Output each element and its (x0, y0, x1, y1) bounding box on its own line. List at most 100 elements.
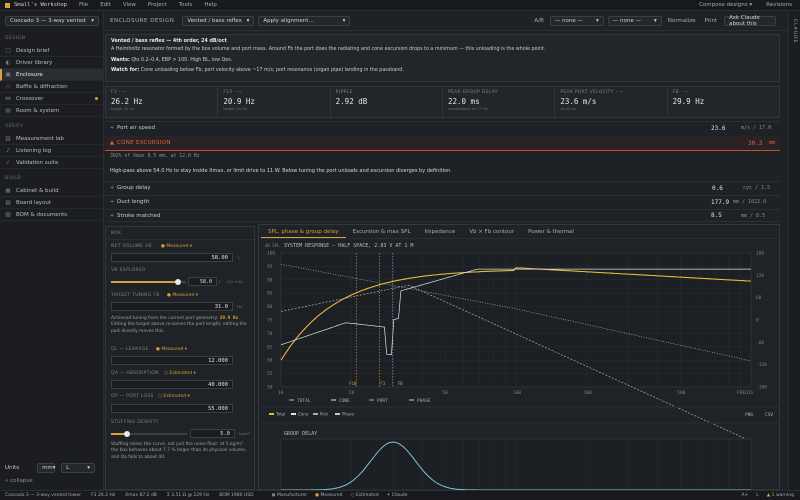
check-duct-length[interactable]: + Duct length 177.9 mm / 1022.0 (105, 195, 780, 208)
sidebar-item-design-brief[interactable]: □ Design brief (0, 45, 104, 57)
check-cone-excursion[interactable]: ▲ CONE EXCURSION 30.3 mm (105, 136, 780, 151)
stuffing-input[interactable]: 5.0 (190, 429, 235, 438)
revisions-button[interactable]: Revisions (766, 2, 792, 8)
metric-2[interactable]: RIPPLE 2.92 dB (331, 87, 443, 117)
toggle-swatch[interactable] (291, 413, 296, 415)
qp-input[interactable]: 55.000 (111, 404, 233, 413)
highpass-advice: High-pass above 54.0 Hz to stay inside X… (110, 168, 452, 174)
sidebar-item-crossover[interactable]: ⋈ Crossover (0, 93, 104, 105)
menu-file[interactable]: File (79, 2, 88, 8)
check-group-delay[interactable]: + Group delay 0.6 cyc / 1.5 (105, 181, 780, 194)
metric-sub: at 42 Hz (560, 106, 577, 111)
tab-1[interactable]: Excursion & max SPL (346, 226, 418, 238)
status-bar: Coocado 3 — 3-way vented tower F3 26.2 H… (0, 490, 800, 500)
claude-rail-label[interactable]: CLAUDE (792, 19, 797, 43)
unit-volume-select[interactable]: L ▾ (61, 463, 96, 473)
stuffing-slider-handle[interactable] (124, 431, 130, 437)
tab-3[interactable]: Vb × Fb contour (462, 226, 521, 238)
target-tuning-input[interactable]: 31.0 (111, 302, 233, 311)
tab-0[interactable]: SPL, phase & group delay (261, 226, 346, 238)
legend-measured: ● Measured (315, 493, 343, 498)
enclosure-type-select[interactable]: Vented / bass reflex ▾ (182, 15, 255, 26)
sidebar-item-driver-library[interactable]: ◐ Driver library (0, 57, 104, 69)
metric-5[interactable]: FB · — 29.9 Hz (668, 87, 779, 117)
nav-label: Board layout (16, 199, 52, 206)
sidebar-item-enclosure[interactable]: ▣ Enclosure (0, 69, 104, 81)
normalize-button[interactable]: Normalize (668, 18, 696, 24)
menu-view[interactable]: View (123, 2, 136, 8)
metric-1[interactable]: F10 · — 20.9 Hz target 24 Hz (218, 87, 331, 117)
tab-4[interactable]: Power & thermal (521, 226, 581, 238)
chart-title: SYSTEM RESPONSE — HALF SPACE, 2.83 V AT … (284, 243, 413, 249)
alignment-select[interactable]: Apply alignment... ▾ (258, 15, 351, 26)
check-stroke[interactable]: + Stroke matched 8.5 mm / 8.5 (105, 209, 780, 222)
plus-icon: + (109, 125, 115, 131)
sidebar-item-bom-documents[interactable]: ▨ BOM & documents (0, 209, 104, 221)
plus-icon: + (109, 212, 115, 219)
menu-edit[interactable]: Edit (100, 2, 111, 8)
project-select[interactable]: Coocado 3 — 3-way vented ▾ (5, 16, 99, 26)
fb-marker: FB (398, 381, 403, 386)
toggle-swatch[interactable] (269, 413, 274, 415)
sidebar-item-cabinet-build[interactable]: ▦ Cabinet & build (0, 185, 104, 197)
target-tuning-badge[interactable]: ● Measured ▾ (167, 293, 198, 298)
tab-2[interactable]: Impedance (418, 226, 463, 238)
ask-claude-button[interactable]: Ask Claude about this (724, 15, 777, 27)
ql-badge[interactable]: ● Measured ▾ (156, 347, 187, 352)
nav-label: Cabinet & build (16, 187, 59, 194)
nav-icon: ▦ (5, 187, 11, 194)
menu-project[interactable]: Project (148, 2, 167, 8)
vb-slider-handle[interactable] (175, 279, 181, 285)
status-zoom[interactable]: A+ (741, 493, 748, 498)
status-layout[interactable]: L (756, 493, 759, 498)
nav-section-verify: VERIFY (5, 124, 24, 129)
y-tick-left: 80 (267, 304, 273, 310)
sidebar-item-board-layout[interactable]: ▧ Board layout (0, 197, 104, 209)
vb-explorer-input[interactable]: 58.0 (188, 277, 217, 286)
ql-input[interactable]: 12.000 (111, 356, 233, 365)
net-volume-badge[interactable]: ● Measured ▾ (161, 244, 192, 249)
unit-length-select[interactable]: mm ▾ (37, 463, 56, 473)
cone-detail: 302% of Xmax 8.5 mm, at 12.0 Hz (110, 154, 200, 159)
check-value: 30.3 (748, 139, 763, 147)
nav-icon: ✓ (5, 159, 11, 166)
y-tick-left: 65 (267, 344, 273, 350)
sidebar-item-baffle-diffraction[interactable]: ◇ Baffle & diffraction (0, 81, 104, 93)
sidebar-item-validation-suite[interactable]: ✓ Validation suite (0, 157, 104, 169)
nav-label: Design brief (16, 47, 50, 54)
print-button[interactable]: Print (704, 18, 717, 24)
compose-designs-button[interactable]: Compose designs ▾ (699, 2, 752, 8)
sidebar-item-listening-log[interactable]: ♪ Listening log (0, 145, 104, 157)
compare-b-select[interactable]: — none — ▾ (607, 15, 662, 26)
sidebar-item-room-system[interactable]: ▤ Room & system (0, 105, 104, 117)
collapse-button[interactable]: « collapse (5, 478, 33, 484)
nav-label: Measurement lab (16, 135, 64, 142)
qa-badge[interactable]: ○ Estimated ▾ (164, 371, 196, 376)
compare-a-select[interactable]: — none — ▾ (549, 15, 604, 26)
menu-help[interactable]: Help (204, 2, 217, 8)
menu-tools[interactable]: Tools (179, 2, 193, 8)
y-tick-left: 90 (267, 277, 273, 283)
vb-explorer-extra: (2× 0.6) (227, 279, 243, 284)
qp-badge[interactable]: ○ Estimated ▾ (158, 394, 190, 399)
metric-0[interactable]: F3 · — 26.2 Hz target 32 Hz (106, 87, 219, 117)
status-impedance: Σ 3.51 Ω @ 229 Hz (166, 493, 210, 498)
check-port-air[interactable]: + Port air speed 23.6 m/s / 17.0 (105, 121, 780, 134)
wants-text: Qts 0.2–0.4, EBP > 100. High BL, low Qes… (131, 57, 233, 63)
toggle-swatch[interactable] (335, 413, 340, 415)
stuffing-slider-track[interactable] (127, 433, 187, 435)
f10-marker: F10 (349, 381, 357, 386)
status-warnings[interactable]: ▲ 1 warning (767, 493, 794, 498)
sidebar-item-measurement-lab[interactable]: ▥ Measurement lab (0, 133, 104, 145)
metric-3[interactable]: PEAK GROUP DELAY 22.0 ms comfortable at 77… (443, 87, 556, 117)
ql-label: QL — LEAKAGE (111, 347, 149, 352)
status-dot-icon (95, 97, 98, 100)
stuffing-unit: kg/m³ (239, 431, 251, 436)
nav-section-design: DESIGN (5, 36, 26, 41)
metric-4[interactable]: PEAK PORT VELOCITY · — 23.6 m/s at 42 Hz (555, 87, 668, 117)
net-volume-input[interactable]: 58.00 (111, 253, 233, 262)
legend-label: PHASE (417, 398, 431, 404)
toggle-swatch[interactable] (313, 413, 318, 415)
metric-sub: target 24 Hz (223, 106, 247, 111)
qa-input[interactable]: 40.000 (111, 380, 233, 389)
